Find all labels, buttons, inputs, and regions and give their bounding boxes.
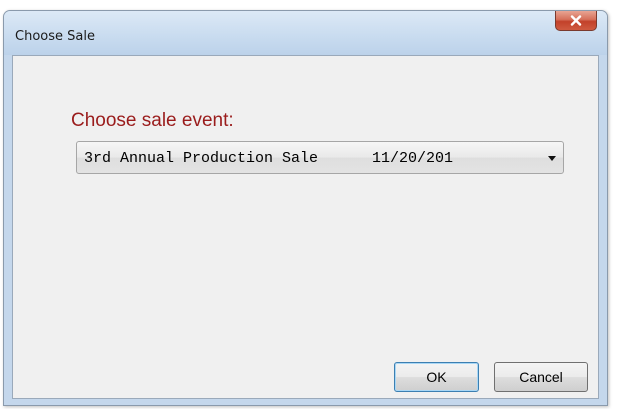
title-bar[interactable]: Choose Sale [4, 11, 607, 55]
cancel-button[interactable]: Cancel [494, 362, 588, 392]
window-title: Choose Sale [15, 29, 95, 44]
close-icon [570, 15, 582, 26]
dialog-window: Choose Sale Choose sale event: 3rd Annua… [3, 10, 608, 406]
close-button[interactable] [555, 11, 597, 31]
ok-button[interactable]: OK [394, 362, 479, 392]
dialog-content: Choose sale event: 3rd Annual Production… [12, 55, 599, 399]
chevron-down-icon[interactable] [548, 156, 556, 161]
sale-event-dropdown[interactable]: 3rd Annual Production Sale 11/20/201 [76, 141, 564, 174]
choose-sale-label: Choose sale event: [71, 110, 234, 131]
sale-event-selected-value: 3rd Annual Production Sale 11/20/201 [84, 150, 454, 167]
